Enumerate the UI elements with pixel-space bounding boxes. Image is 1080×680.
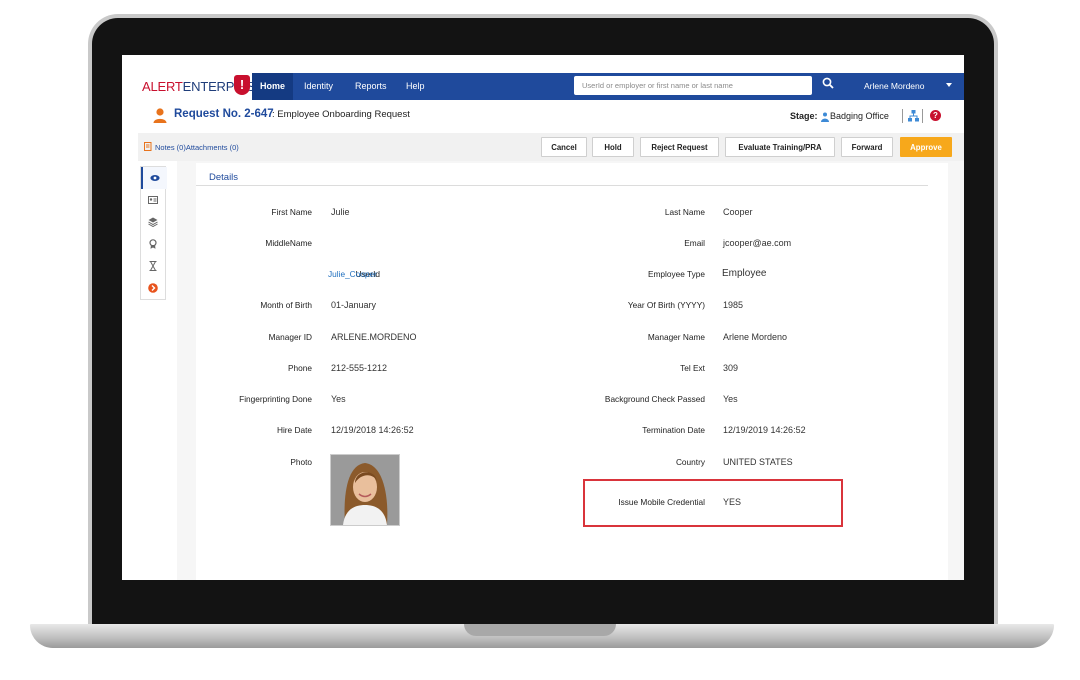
manager-id-label: Manager ID bbox=[268, 332, 312, 342]
middle-name-label: MiddleName bbox=[265, 238, 312, 248]
email-label: Email bbox=[684, 238, 705, 248]
portrait-image bbox=[331, 455, 399, 525]
request-type-label: Employee Onboarding Request bbox=[277, 109, 410, 120]
app-screen: ALERTENTERPRISE ! Home Identity Reports … bbox=[122, 55, 964, 580]
hierarchy-icon[interactable] bbox=[908, 110, 919, 122]
reject-request-button[interactable]: Reject Request bbox=[640, 137, 719, 157]
employee-photo bbox=[330, 454, 400, 526]
laptop-base-notch bbox=[464, 624, 616, 636]
employee-type-value: Employee bbox=[722, 268, 767, 279]
hire-date-label: Hire Date bbox=[276, 425, 312, 435]
side-toolbar bbox=[140, 166, 167, 300]
stage-value: Badging Office bbox=[830, 111, 889, 121]
sidebar-item-badge[interactable] bbox=[141, 189, 165, 211]
header-divider bbox=[922, 109, 923, 123]
manager-name-label: Manager Name bbox=[647, 332, 705, 342]
termination-date-value: 12/19/2019 14:26:52 bbox=[723, 425, 806, 435]
first-name-value: Julie bbox=[331, 207, 350, 217]
issue-mobile-credential-value: YES bbox=[723, 497, 742, 507]
details-title: Details bbox=[209, 172, 239, 183]
help-icon[interactable]: ? bbox=[930, 110, 941, 121]
user-menu[interactable]: Arlene Mordeno bbox=[864, 73, 924, 100]
shield-logo-icon: ! bbox=[234, 75, 250, 95]
country-value: UNITED STATES bbox=[723, 457, 793, 467]
request-type: : Employee Onboarding Request bbox=[272, 109, 410, 120]
header-divider bbox=[902, 109, 903, 123]
sidebar-item-training[interactable] bbox=[141, 233, 165, 255]
phone-label: Phone bbox=[288, 363, 312, 373]
hire-date-value: 12/19/2018 14:26:52 bbox=[331, 425, 414, 435]
stage-label: Stage: bbox=[790, 111, 818, 121]
evaluate-training-button[interactable]: Evaluate Training/PRA bbox=[725, 137, 835, 157]
alert-enterprise-logo[interactable]: ALERTENTERPRISE ! bbox=[138, 73, 264, 100]
fingerprinting-value: Yes bbox=[331, 394, 346, 404]
country-label: Country bbox=[675, 457, 705, 467]
search-icon[interactable] bbox=[822, 77, 834, 89]
award-icon bbox=[149, 239, 157, 249]
sidebar-item-layers[interactable] bbox=[141, 211, 165, 233]
top-nav: Home Identity Reports Help UserId or emp… bbox=[252, 73, 964, 100]
nav-identity[interactable]: Identity bbox=[304, 73, 333, 100]
background-check-value: Yes bbox=[723, 394, 738, 404]
notes-attachments: Notes (0)Attachments (0) bbox=[144, 142, 239, 152]
logo-word-alert: ALERT bbox=[142, 79, 183, 94]
details-divider bbox=[196, 185, 928, 186]
employee-type-label: Employee Type bbox=[647, 269, 705, 279]
people-icon bbox=[821, 112, 830, 122]
forward-button[interactable]: Forward bbox=[841, 137, 893, 157]
nav-home[interactable]: Home bbox=[252, 73, 294, 100]
background-check-label: Background Check Passed bbox=[604, 394, 705, 404]
nav-reports[interactable]: Reports bbox=[355, 73, 387, 100]
hourglass-icon bbox=[149, 261, 157, 271]
approve-button[interactable]: Approve bbox=[900, 137, 952, 157]
eye-icon bbox=[150, 175, 160, 181]
issue-mobile-credential-label: Issue Mobile Credential bbox=[618, 497, 705, 507]
userid-link[interactable]: Julie_Cooper bbox=[328, 269, 377, 279]
person-icon bbox=[153, 108, 167, 123]
termination-date-label: Termination Date bbox=[642, 425, 705, 435]
email-value: jcooper@ae.com bbox=[723, 238, 792, 248]
attachments-link[interactable]: Attachments (0) bbox=[186, 143, 239, 152]
layers-icon bbox=[148, 217, 158, 227]
request-number: Request No. 2-647 bbox=[174, 108, 274, 120]
month-of-birth-label: Month of Birth bbox=[260, 300, 312, 310]
photo-label: Photo bbox=[290, 457, 312, 467]
request-separator: : bbox=[272, 109, 275, 120]
cancel-button[interactable]: Cancel bbox=[541, 137, 587, 157]
first-name-label: First Name bbox=[271, 207, 312, 217]
stage-indicator: Stage: Badging Office bbox=[790, 111, 889, 122]
year-of-birth-value: 1985 bbox=[723, 300, 744, 310]
year-of-birth-label: Year Of Birth (YYYY) bbox=[627, 300, 705, 310]
fingerprinting-label: Fingerprinting Done bbox=[239, 394, 312, 404]
chevron-down-icon[interactable] bbox=[946, 83, 952, 87]
action-bar: Notes (0)Attachments (0) Cancel Hold Rej… bbox=[138, 133, 964, 161]
last-name-value: Cooper bbox=[723, 207, 753, 217]
sidebar-item-details[interactable] bbox=[141, 167, 167, 189]
notes-link[interactable]: Notes (0) bbox=[155, 143, 186, 152]
nav-help[interactable]: Help bbox=[406, 73, 425, 100]
sidebar-item-next[interactable] bbox=[141, 277, 165, 299]
phone-value: 212-555-1212 bbox=[331, 363, 388, 373]
hold-button[interactable]: Hold bbox=[592, 137, 634, 157]
month-of-birth-value: 01-January bbox=[331, 300, 377, 310]
last-name-label: Last Name bbox=[664, 207, 705, 217]
search-input[interactable]: UserId or employer or first name or last… bbox=[574, 76, 812, 95]
tel-ext-label: Tel Ext bbox=[680, 363, 705, 373]
id-card-icon bbox=[148, 196, 158, 204]
arrow-right-circle-icon bbox=[148, 283, 158, 293]
tel-ext-value: 309 bbox=[723, 363, 739, 373]
notes-icon bbox=[144, 142, 152, 151]
manager-id-value: ARLENE.MORDENO bbox=[331, 332, 417, 342]
sidebar-item-history[interactable] bbox=[141, 255, 165, 277]
manager-name-value: Arlene Mordeno bbox=[723, 332, 788, 342]
